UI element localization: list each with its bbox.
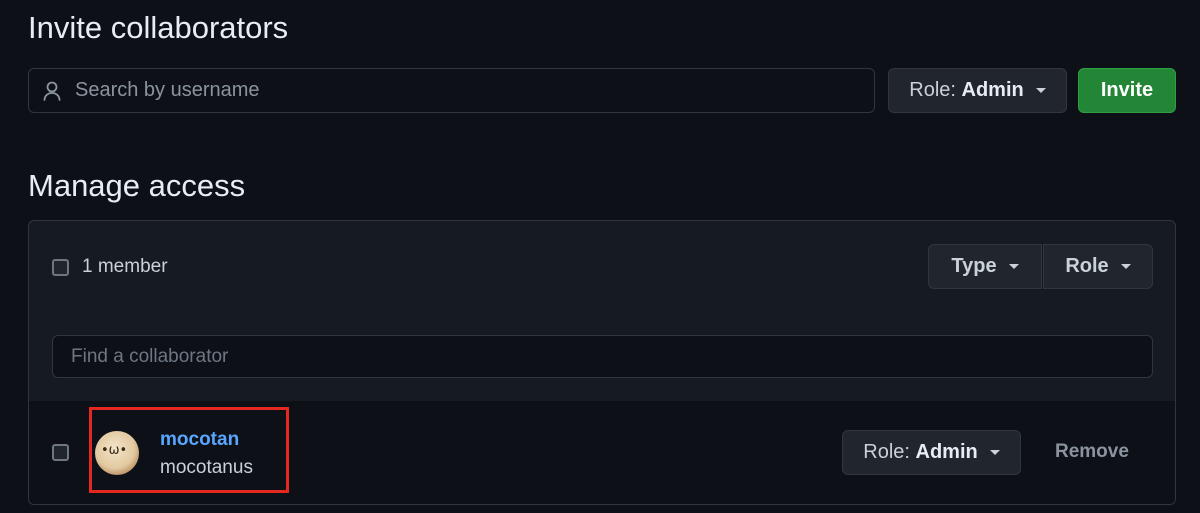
type-filter-label: Type [951,255,997,277]
type-filter-dropdown[interactable]: Type [928,244,1042,289]
role-filter-dropdown[interactable]: Role [1043,244,1153,289]
manage-access-title: Manage access [28,168,246,203]
find-collaborator-section [29,312,1175,402]
member-count: 1 member [82,256,168,277]
role-filter-label: Role [1065,255,1109,277]
member-row: •ω• mocotan mocotanus Role: Admin Remove [29,401,1175,504]
username-search[interactable] [28,68,875,113]
username-search-input[interactable] [73,78,837,103]
highlight-box [89,407,289,493]
select-all-checkbox[interactable] [52,259,69,276]
remove-button[interactable]: Remove [1055,441,1129,463]
role-value: Admin [961,79,1024,101]
caret-down-icon [1035,88,1046,93]
panel-header: 1 member Type Role [29,221,1175,313]
manage-access-panel: 1 member Type Role •ω• mocotan mocotanus… [28,220,1176,505]
caret-down-icon [1120,264,1131,269]
member-role-label: Role: [863,441,910,463]
find-collaborator-field[interactable] [52,335,1153,378]
caret-down-icon [989,450,1000,455]
invite-button[interactable]: Invite [1078,68,1176,113]
member-checkbox[interactable] [52,444,69,461]
invite-collaborators-title: Invite collaborators [28,10,289,45]
person-icon [43,81,61,101]
invite-role-dropdown[interactable]: Role: Admin [888,68,1067,113]
role-label: Role: [909,79,956,101]
find-collaborator-input[interactable] [69,344,1133,369]
caret-down-icon [1008,264,1019,269]
member-role-dropdown[interactable]: Role: Admin [842,430,1021,475]
member-role-value: Admin [915,441,978,463]
